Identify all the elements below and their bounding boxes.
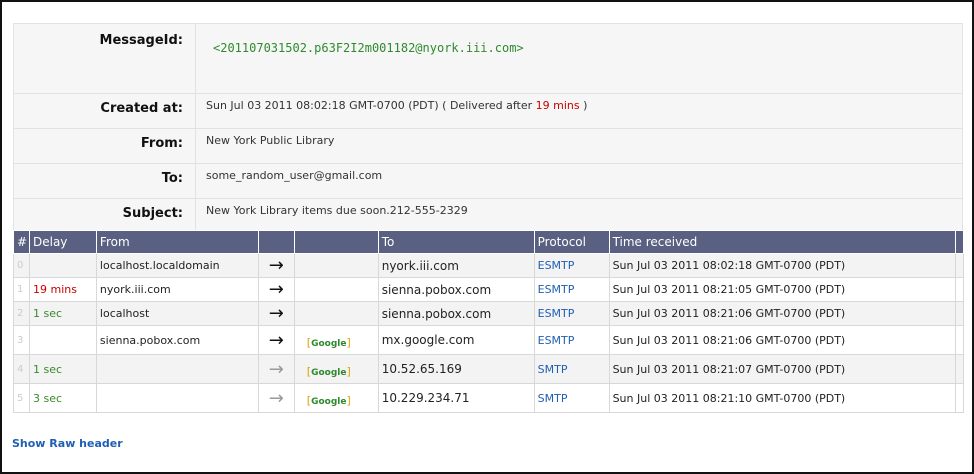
hop-row: 1 19 mins nyork.iii.com → sienna.pobox.com ES…	[13, 277, 965, 302]
hops-body: 0 localhost.localdomain → nyork.iii.com ESMT…	[13, 253, 965, 413]
hop-from: localhost	[95, 301, 259, 326]
created-date: Sun Jul 03 2011 08:02:18 GMT-0700 (PDT)	[206, 99, 439, 112]
to-label: To:	[13, 163, 196, 199]
arrow-right-icon: →	[268, 279, 284, 300]
hop-spacer	[954, 325, 965, 355]
hop-from: nyork.iii.com	[95, 277, 259, 302]
hop-to: 10.229.234.71	[377, 383, 535, 413]
to-value: some_random_user@gmail.com	[195, 163, 963, 199]
hop-delay	[28, 325, 97, 355]
from-label: From:	[13, 128, 196, 164]
hop-to: sienna.pobox.com	[377, 301, 535, 326]
hop-from	[95, 354, 259, 384]
hop-protocol: SMTP	[533, 383, 610, 413]
hop-to: nyork.iii.com	[377, 253, 535, 278]
google-badge-label: Google	[311, 368, 347, 378]
hops-header-row: # Delay From To Protocol Time received	[13, 230, 965, 254]
col-tag-header	[293, 230, 379, 254]
hop-time: Sun Jul 03 2011 08:21:05 GMT-0700 (PDT)	[608, 277, 956, 302]
hop-to: mx.google.com	[377, 325, 535, 355]
google-badge: [Google]	[306, 336, 351, 349]
hop-protocol: ESMTP	[533, 253, 610, 278]
hop-to: 10.52.65.169	[377, 354, 535, 384]
hop-delay: 3 sec	[28, 383, 97, 413]
delivered-prefix: ( Delivered after	[442, 99, 533, 112]
arrow-right-icon: →	[268, 255, 284, 276]
hop-delay: 1 sec	[28, 354, 97, 384]
col-num-header: #	[13, 230, 30, 254]
hop-protocol: ESMTP	[533, 325, 610, 355]
google-badge: [Google]	[306, 394, 351, 407]
hop-from	[95, 383, 259, 413]
col-arrow-header	[257, 230, 295, 254]
hop-spacer	[954, 277, 965, 302]
hop-from: localhost.localdomain	[95, 253, 259, 278]
arrow-right-icon: →	[268, 358, 284, 380]
hop-row: 41 sec → [Google] 10.52.65.169 SMTP Sun Jul 0…	[13, 354, 965, 384]
hop-protocol: ESMTP	[533, 277, 610, 302]
col-time-header: Time received	[608, 230, 956, 254]
from-value: New York Public Library	[195, 128, 963, 164]
hop-number: 0	[13, 253, 30, 278]
message-summary-table: MessageId: <201107031502.p63F2I2m001182@…	[13, 23, 963, 234]
hop-time: Sun Jul 03 2011 08:02:18 GMT-0700 (PDT)	[608, 253, 956, 278]
hop-time: Sun Jul 03 2011 08:21:07 GMT-0700 (PDT)	[608, 354, 956, 384]
hop-number: 2	[13, 301, 30, 326]
col-spacer-header	[954, 230, 965, 254]
hop-row: 0 localhost.localdomain → nyork.iii.com ESMT…	[13, 253, 965, 278]
created-label: Created at:	[13, 93, 196, 129]
col-to-header: To	[377, 230, 535, 254]
message-id-label: MessageId:	[13, 23, 196, 94]
hop-time: Sun Jul 03 2011 08:21:06 GMT-0700 (PDT)	[608, 301, 956, 326]
hop-row: 21 sec localhost → sienna.pobox.com ESMTP Sun…	[13, 301, 965, 326]
show-raw-header-link[interactable]: Show Raw header	[12, 437, 123, 450]
arrow-right-icon: →	[268, 303, 284, 324]
hop-number: 4	[13, 354, 30, 384]
col-protocol-header: Protocol	[533, 230, 610, 254]
arrow-right-icon: →	[268, 329, 284, 351]
hop-delay: 19 mins	[28, 277, 97, 302]
delivered-suffix: )	[583, 99, 588, 112]
hop-spacer	[954, 383, 965, 413]
delivered-delay: 19 mins	[535, 99, 580, 112]
hop-spacer	[954, 354, 965, 384]
hop-spacer	[954, 301, 965, 326]
hop-delay	[28, 253, 97, 278]
subject-label: Subject:	[13, 198, 196, 234]
hop-number: 5	[13, 383, 30, 413]
col-delay-header: Delay	[28, 230, 97, 254]
hop-delay: 1 sec	[28, 301, 97, 326]
subject-value: New York Library items due soon.212-555-…	[195, 198, 963, 234]
hop-row: 53 sec → [Google] 10.229.234.71 SMTP Sun Jul …	[13, 383, 965, 413]
google-badge-label: Google	[311, 397, 347, 407]
hop-number: 1	[13, 277, 30, 302]
created-value: Sun Jul 03 2011 08:02:18 GMT-0700 (PDT) …	[195, 93, 963, 129]
hop-time: Sun Jul 03 2011 08:21:06 GMT-0700 (PDT)	[608, 325, 956, 355]
col-from-header: From	[95, 230, 259, 254]
hop-time: Sun Jul 03 2011 08:21:10 GMT-0700 (PDT)	[608, 383, 956, 413]
hop-row: 3 sienna.pobox.com → [Google] mx.google.com E…	[13, 325, 965, 355]
hop-protocol: SMTP	[533, 354, 610, 384]
hop-protocol: ESMTP	[533, 301, 610, 326]
hop-spacer	[954, 253, 965, 278]
hops-table: # Delay From To Protocol Time received 0…	[13, 230, 965, 413]
hop-number: 3	[13, 325, 30, 355]
google-badge-label: Google	[311, 339, 347, 349]
google-badge: [Google]	[306, 365, 351, 378]
hop-from: sienna.pobox.com	[95, 325, 259, 355]
hop-to: sienna.pobox.com	[377, 277, 535, 302]
message-id-value: <201107031502.p63F2I2m001182@nyork.iii.c…	[195, 23, 963, 94]
arrow-right-icon: →	[268, 387, 284, 409]
